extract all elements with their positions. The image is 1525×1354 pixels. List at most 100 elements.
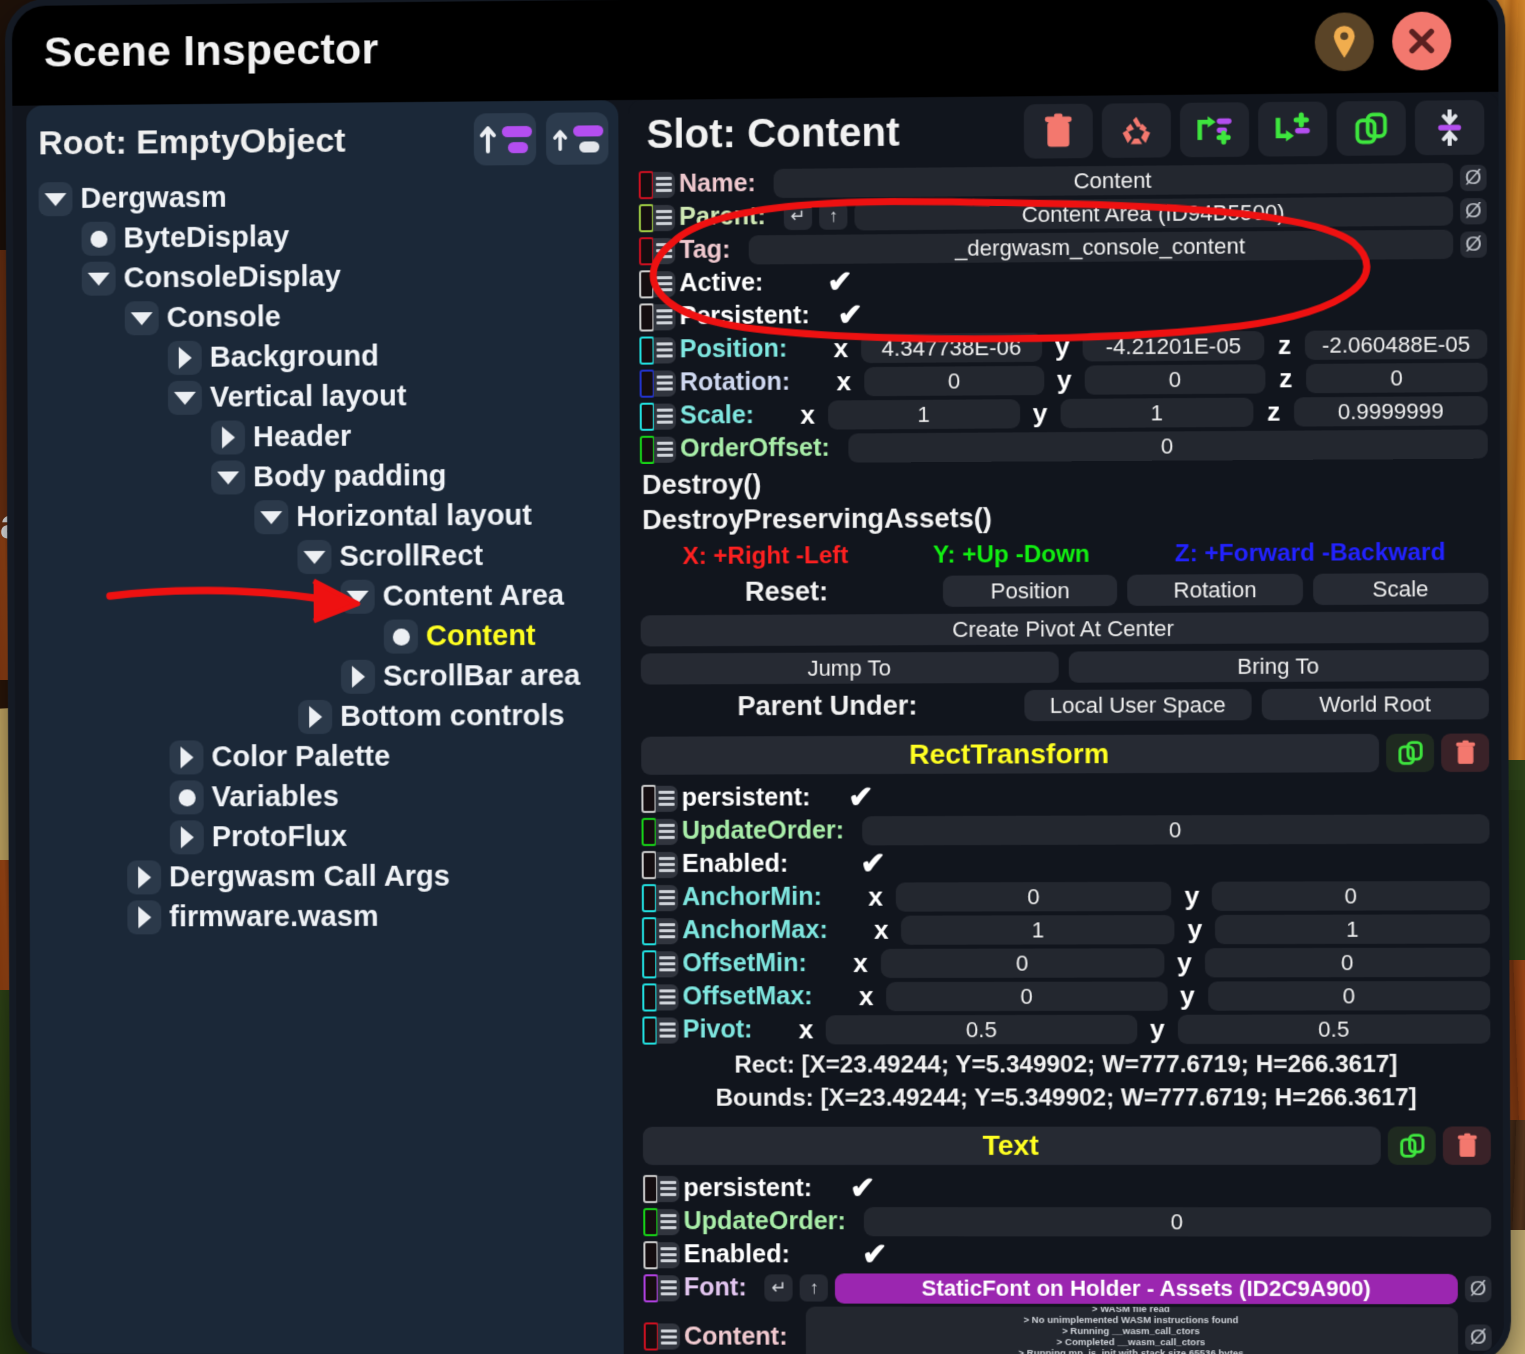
tree-item-scrollbar-area[interactable]: ScrollBar area	[35, 656, 621, 699]
chevron-right-icon[interactable]	[210, 420, 246, 455]
reset-scale-button[interactable]: Scale	[1312, 572, 1489, 606]
font-up-button[interactable]: ↑	[800, 1274, 829, 1302]
chevron-right-icon[interactable]	[167, 340, 202, 375]
anchormax-x-input[interactable]: 1	[901, 915, 1175, 945]
hamburger-icon[interactable]	[656, 950, 679, 977]
collapse-expand-button[interactable]	[1414, 100, 1485, 156]
offsetmax-x-input[interactable]: 0	[886, 981, 1168, 1012]
chevron-right-icon[interactable]	[169, 740, 204, 775]
reset-rotation-button[interactable]: Rotation	[1127, 573, 1303, 606]
jump-to-button[interactable]: Jump To	[640, 651, 1059, 685]
rotation-x-input[interactable]: 0	[863, 365, 1045, 397]
position-y-input[interactable]: -4.21201E-05	[1082, 330, 1265, 362]
parent-up-button[interactable]: ↑	[819, 202, 848, 230]
select-parent-button[interactable]	[473, 112, 537, 166]
chevron-down-icon[interactable]	[211, 460, 246, 495]
select-root-button[interactable]	[545, 112, 609, 165]
leaf-dot-icon[interactable]	[169, 780, 204, 815]
tree-item-vertical-layout[interactable]: Vertical layout	[33, 375, 619, 419]
duplicate-recycle-button[interactable]	[1101, 102, 1172, 158]
scale-z-input[interactable]: 0.9999999	[1293, 396, 1488, 427]
position-z-input[interactable]: -2.060488E-05	[1304, 329, 1488, 360]
persistent-checkbox[interactable]: ✔	[842, 1171, 883, 1206]
parent-under-local-user-space-button[interactable]: Local User Space	[1024, 689, 1252, 722]
chevron-right-icon[interactable]	[127, 900, 162, 935]
tree-item-content-area[interactable]: Content Area	[34, 575, 620, 618]
tree-item-horizontal-layout[interactable]: Horizontal layout	[34, 495, 620, 538]
hamburger-icon[interactable]	[657, 1175, 680, 1202]
enabled-checkbox[interactable]: ✔	[853, 846, 894, 881]
component-title[interactable]: RectTransform	[641, 733, 1380, 775]
bring-to-button[interactable]: Bring To	[1068, 649, 1489, 683]
destroy-slot-button[interactable]	[1023, 103, 1093, 159]
font-asset-reference[interactable]: StaticFont on Holder - Assets (ID2C9A900…	[835, 1272, 1458, 1304]
scale-y-input[interactable]: 1	[1060, 397, 1254, 429]
create-pivot-at-center-button[interactable]: Create Pivot At Center	[640, 611, 1489, 647]
pivot-y-input[interactable]: 0.5	[1177, 1014, 1491, 1044]
offsetmax-y-input[interactable]: 0	[1207, 980, 1491, 1011]
null-parent-button[interactable]: Ø	[1460, 197, 1487, 224]
hamburger-icon[interactable]	[656, 983, 679, 1010]
scale-x-input[interactable]: 1	[827, 399, 1020, 430]
null-tag-button[interactable]: Ø	[1460, 230, 1487, 258]
hamburger-icon[interactable]	[655, 818, 678, 845]
persistent-checkbox[interactable]: ✔	[830, 298, 871, 333]
component-title[interactable]: Text	[642, 1126, 1381, 1165]
rotation-z-input[interactable]: 0	[1305, 362, 1488, 394]
tree-item-color-palette[interactable]: Color Palette	[35, 736, 621, 778]
chevron-down-icon[interactable]	[340, 579, 375, 614]
updateorder-input[interactable]: 0	[862, 814, 1490, 846]
leaf-dot-icon[interactable]	[81, 221, 116, 256]
chevron-down-icon[interactable]	[297, 539, 332, 575]
chevron-right-icon[interactable]	[340, 659, 376, 694]
hamburger-icon[interactable]	[657, 1241, 680, 1268]
tree-item-dergwasm-call-args[interactable]: Dergwasm Call Args	[35, 856, 621, 898]
duplicate-slot-button[interactable]	[1336, 100, 1406, 156]
tree-item-dergwasm[interactable]: Dergwasm	[33, 174, 619, 219]
name-input[interactable]: Content	[773, 162, 1453, 199]
persistent-checkbox[interactable]: ✔	[841, 780, 882, 815]
duplicate-icon[interactable]	[1387, 1126, 1436, 1165]
anchormin-x-input[interactable]: 0	[895, 881, 1172, 912]
tree-item-protoflux[interactable]: ProtoFlux	[35, 816, 621, 858]
null-content-button[interactable]: Ø	[1465, 1324, 1492, 1351]
parent-reference-field[interactable]: Content Area (ID94B5500)	[854, 196, 1454, 231]
chevron-right-icon[interactable]	[298, 699, 333, 735]
null-font-button[interactable]: Ø	[1464, 1275, 1492, 1302]
location-pin-icon[interactable]	[1314, 12, 1374, 72]
trash-icon[interactable]	[1441, 733, 1490, 773]
tag-input[interactable]: _dergwasm_console_content	[748, 229, 1454, 265]
hamburger-icon[interactable]	[657, 1274, 680, 1301]
trash-icon[interactable]	[1442, 1126, 1491, 1165]
updateorder-input[interactable]: 0	[863, 1207, 1492, 1237]
tree-item-content[interactable]: Content	[34, 615, 620, 658]
offsetmin-y-input[interactable]: 0	[1204, 947, 1491, 978]
tree-item-firmware-wasm[interactable]: firmware.wasm	[36, 896, 622, 937]
hamburger-icon[interactable]	[655, 884, 679, 911]
enabled-checkbox[interactable]: ✔	[854, 1237, 895, 1272]
tree-item-header[interactable]: Header	[34, 415, 620, 459]
offsetmin-x-input[interactable]: 0	[880, 948, 1165, 979]
chevron-right-icon[interactable]	[169, 820, 204, 855]
destroy-preserving-assets-button[interactable]: DestroyPreservingAssets()	[642, 500, 1488, 536]
tree-item-background[interactable]: Background	[33, 335, 619, 379]
hamburger-icon[interactable]	[655, 851, 678, 878]
reset-position-button[interactable]: Position	[942, 574, 1118, 607]
hamburger-icon[interactable]	[656, 917, 679, 944]
chevron-down-icon[interactable]	[254, 500, 289, 535]
tree-item-bytedisplay[interactable]: ByteDisplay	[33, 214, 619, 259]
tree-item-variables[interactable]: Variables	[35, 776, 621, 818]
tree-item-scrollrect[interactable]: ScrollRect	[34, 535, 620, 578]
rotation-y-input[interactable]: 0	[1084, 364, 1266, 395]
chevron-down-icon[interactable]	[167, 380, 202, 415]
chevron-down-icon[interactable]	[124, 301, 159, 336]
parent-open-button[interactable]: ↵	[783, 202, 813, 231]
chevron-down-icon[interactable]	[38, 182, 73, 217]
parent-under-world-root-button[interactable]: World Root	[1261, 688, 1489, 721]
hamburger-icon[interactable]	[657, 1323, 681, 1350]
hamburger-icon[interactable]	[656, 1016, 679, 1044]
tree-item-consoledisplay[interactable]: ConsoleDisplay	[33, 255, 619, 300]
orderoffset-input[interactable]: 0	[847, 429, 1488, 463]
destroy-method-button[interactable]: Destroy()	[642, 465, 1488, 501]
add-child-button[interactable]	[1258, 101, 1328, 157]
